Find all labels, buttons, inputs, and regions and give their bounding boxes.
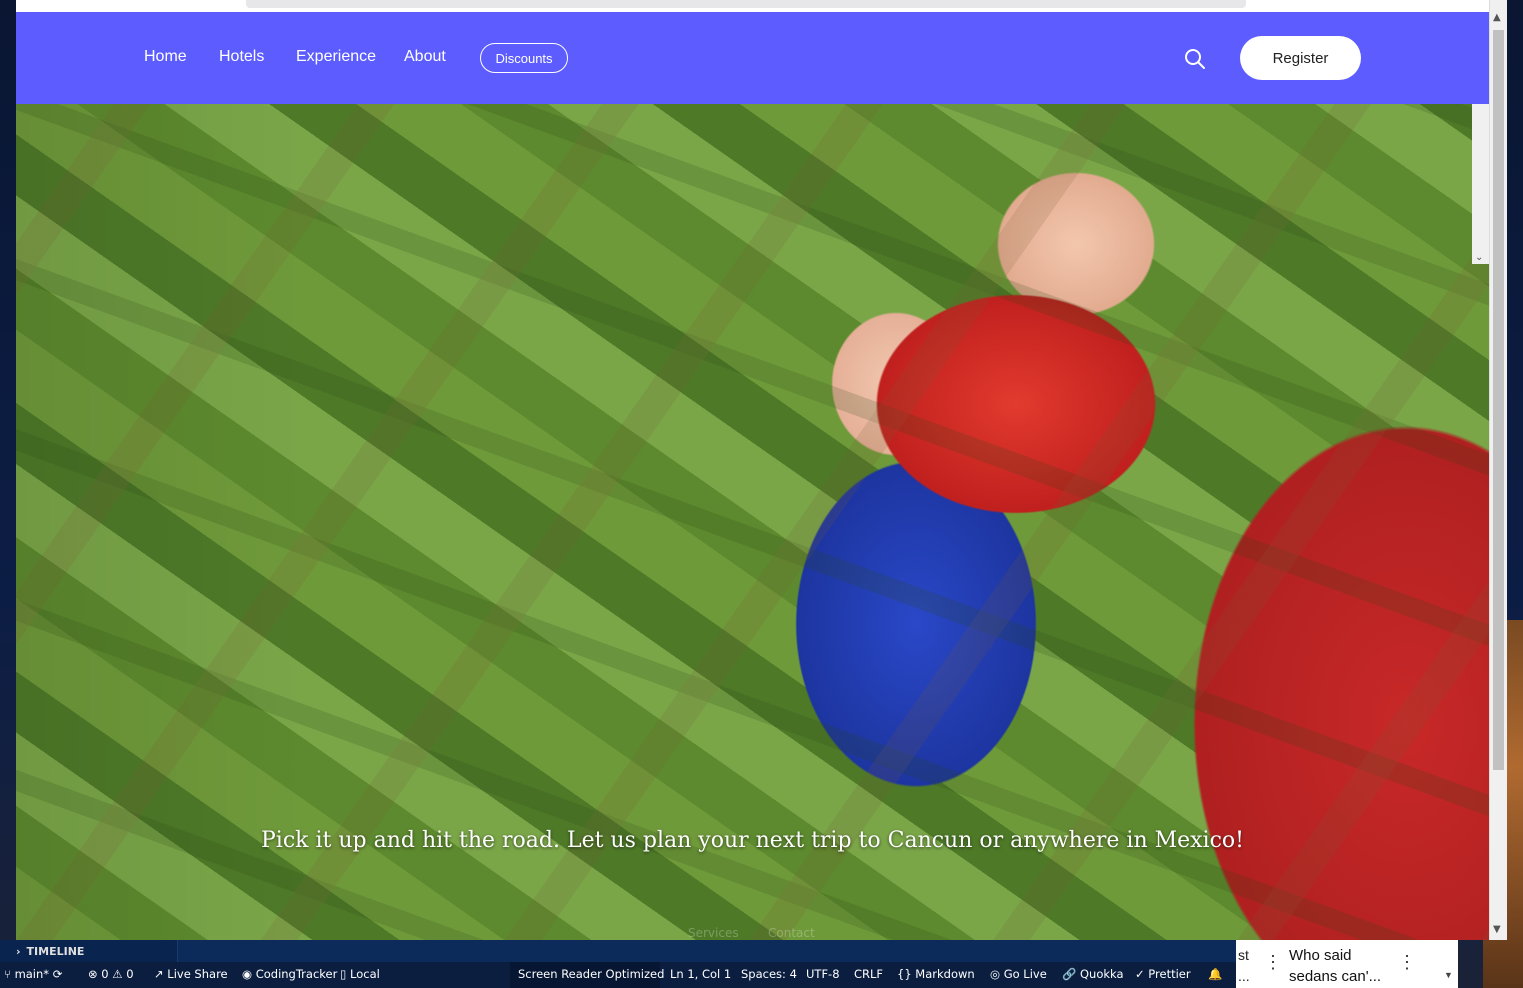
footer-contact-link[interactable]: Contact (768, 926, 815, 940)
address-bar[interactable] (246, 0, 1246, 8)
news-title-line1: Who said (1289, 947, 1352, 964)
branch-name: main* (14, 967, 50, 981)
sync-icon: ⟳ (52, 967, 63, 981)
chevron-down-icon[interactable]: ▼ (1493, 924, 1501, 935)
branch-item[interactable]: ⑂ main* ⟳ (4, 967, 62, 981)
site-navbar: Home Hotels Experience About Discounts R… (16, 12, 1489, 104)
prettier-item[interactable]: ✓ Prettier (1135, 967, 1191, 981)
coding-tracker-label: CodingTracker (255, 967, 338, 981)
scrollbar-thumb[interactable] (1493, 30, 1504, 770)
go-live-item[interactable]: ◎ Go Live (990, 967, 1047, 981)
more-options-icon[interactable]: ⋮ (1264, 952, 1282, 973)
register-button[interactable]: Register (1240, 36, 1361, 80)
live-share-label: Live Share (167, 967, 228, 981)
error-icon: ⊗ (88, 967, 98, 981)
news-fragment-1: st (1238, 947, 1249, 963)
vscode-statusbar: ⑂ main* ⟳ ⊗ 0 ⚠ 0 ↗ Live Share ◉ CodingT… (0, 962, 1236, 988)
language-item[interactable]: {} Markdown (897, 967, 975, 981)
hero-image-skydivers: Pick it up and hit the road. Let us plan… (16, 104, 1489, 940)
nav-about-link[interactable]: About (404, 48, 446, 66)
hero-image-texture (16, 104, 1489, 940)
warning-count: 0 (126, 967, 134, 981)
chevron-right-icon: › (16, 944, 21, 958)
warning-icon: ⚠ (112, 967, 123, 981)
quokka-label: Quokka (1079, 967, 1124, 981)
nav-home-link[interactable]: Home (144, 48, 187, 66)
quokka-item[interactable]: 🔗 Quokka (1062, 967, 1124, 981)
problems-item[interactable]: ⊗ 0 ⚠ 0 (88, 967, 134, 981)
notifications-bell-icon[interactable]: 🔔 (1208, 967, 1222, 981)
news-fragment-2: ... (1238, 968, 1250, 984)
browser-window: Home Hotels Experience About Discounts R… (16, 0, 1507, 940)
chevron-down-icon[interactable]: ▼ (1444, 970, 1453, 980)
nav-hotels-link[interactable]: Hotels (219, 48, 264, 66)
coding-tracker-item[interactable]: ◉ CodingTracker (242, 967, 337, 981)
footer-services-link[interactable]: Services (688, 926, 739, 940)
language-label: Markdown (915, 967, 975, 981)
cursor-position-item[interactable]: Ln 1, Col 1 (670, 967, 731, 981)
check-double-icon: ✓ (1135, 967, 1145, 981)
go-live-label: Go Live (1003, 967, 1047, 981)
hero-caption: Pick it up and hit the road. Let us plan… (261, 828, 1244, 853)
tracker-icon: ◉ (242, 967, 253, 981)
more-options-icon[interactable]: ⋮ (1398, 952, 1416, 973)
search-icon[interactable] (1184, 48, 1206, 70)
timeline-header[interactable]: › TIMELINE (0, 940, 178, 962)
discounts-button[interactable]: Discounts (480, 43, 568, 73)
braces-icon: {} (897, 967, 912, 981)
indentation-item[interactable]: Spaces: 4 (741, 967, 797, 981)
local-item[interactable]: ▯ Local (340, 967, 380, 981)
page-scrollbar[interactable]: ▲ ▼ (1489, 0, 1507, 940)
inner-scrollbar[interactable]: ⌄ (1472, 104, 1489, 264)
local-label: Local (350, 967, 380, 981)
news-widget[interactable]: st ... ⋮ Who said sedans can'... ⋮ ▼ (1236, 940, 1458, 988)
live-share-icon: ↗ (154, 967, 164, 981)
timeline-panel-bar: › TIMELINE (0, 940, 1236, 962)
eol-item[interactable]: CRLF (854, 967, 883, 981)
prettier-label: Prettier (1148, 967, 1191, 981)
database-icon: ▯ (340, 967, 347, 981)
live-share-item[interactable]: ↗ Live Share (154, 967, 228, 981)
chevron-up-icon[interactable]: ▲ (1493, 12, 1501, 23)
encoding-item[interactable]: UTF-8 (806, 967, 840, 981)
error-count: 0 (101, 967, 109, 981)
nav-experience-link[interactable]: Experience (296, 48, 376, 66)
news-title-line2: sedans can'... (1289, 968, 1382, 985)
screen-reader-item[interactable]: Screen Reader Optimized (518, 967, 664, 981)
chevron-down-icon[interactable]: ⌄ (1475, 252, 1483, 263)
timeline-label: TIMELINE (26, 944, 85, 958)
git-branch-icon: ⑂ (4, 967, 11, 981)
quokka-icon: 🔗 (1062, 967, 1077, 981)
broadcast-icon: ◎ (990, 967, 1001, 981)
